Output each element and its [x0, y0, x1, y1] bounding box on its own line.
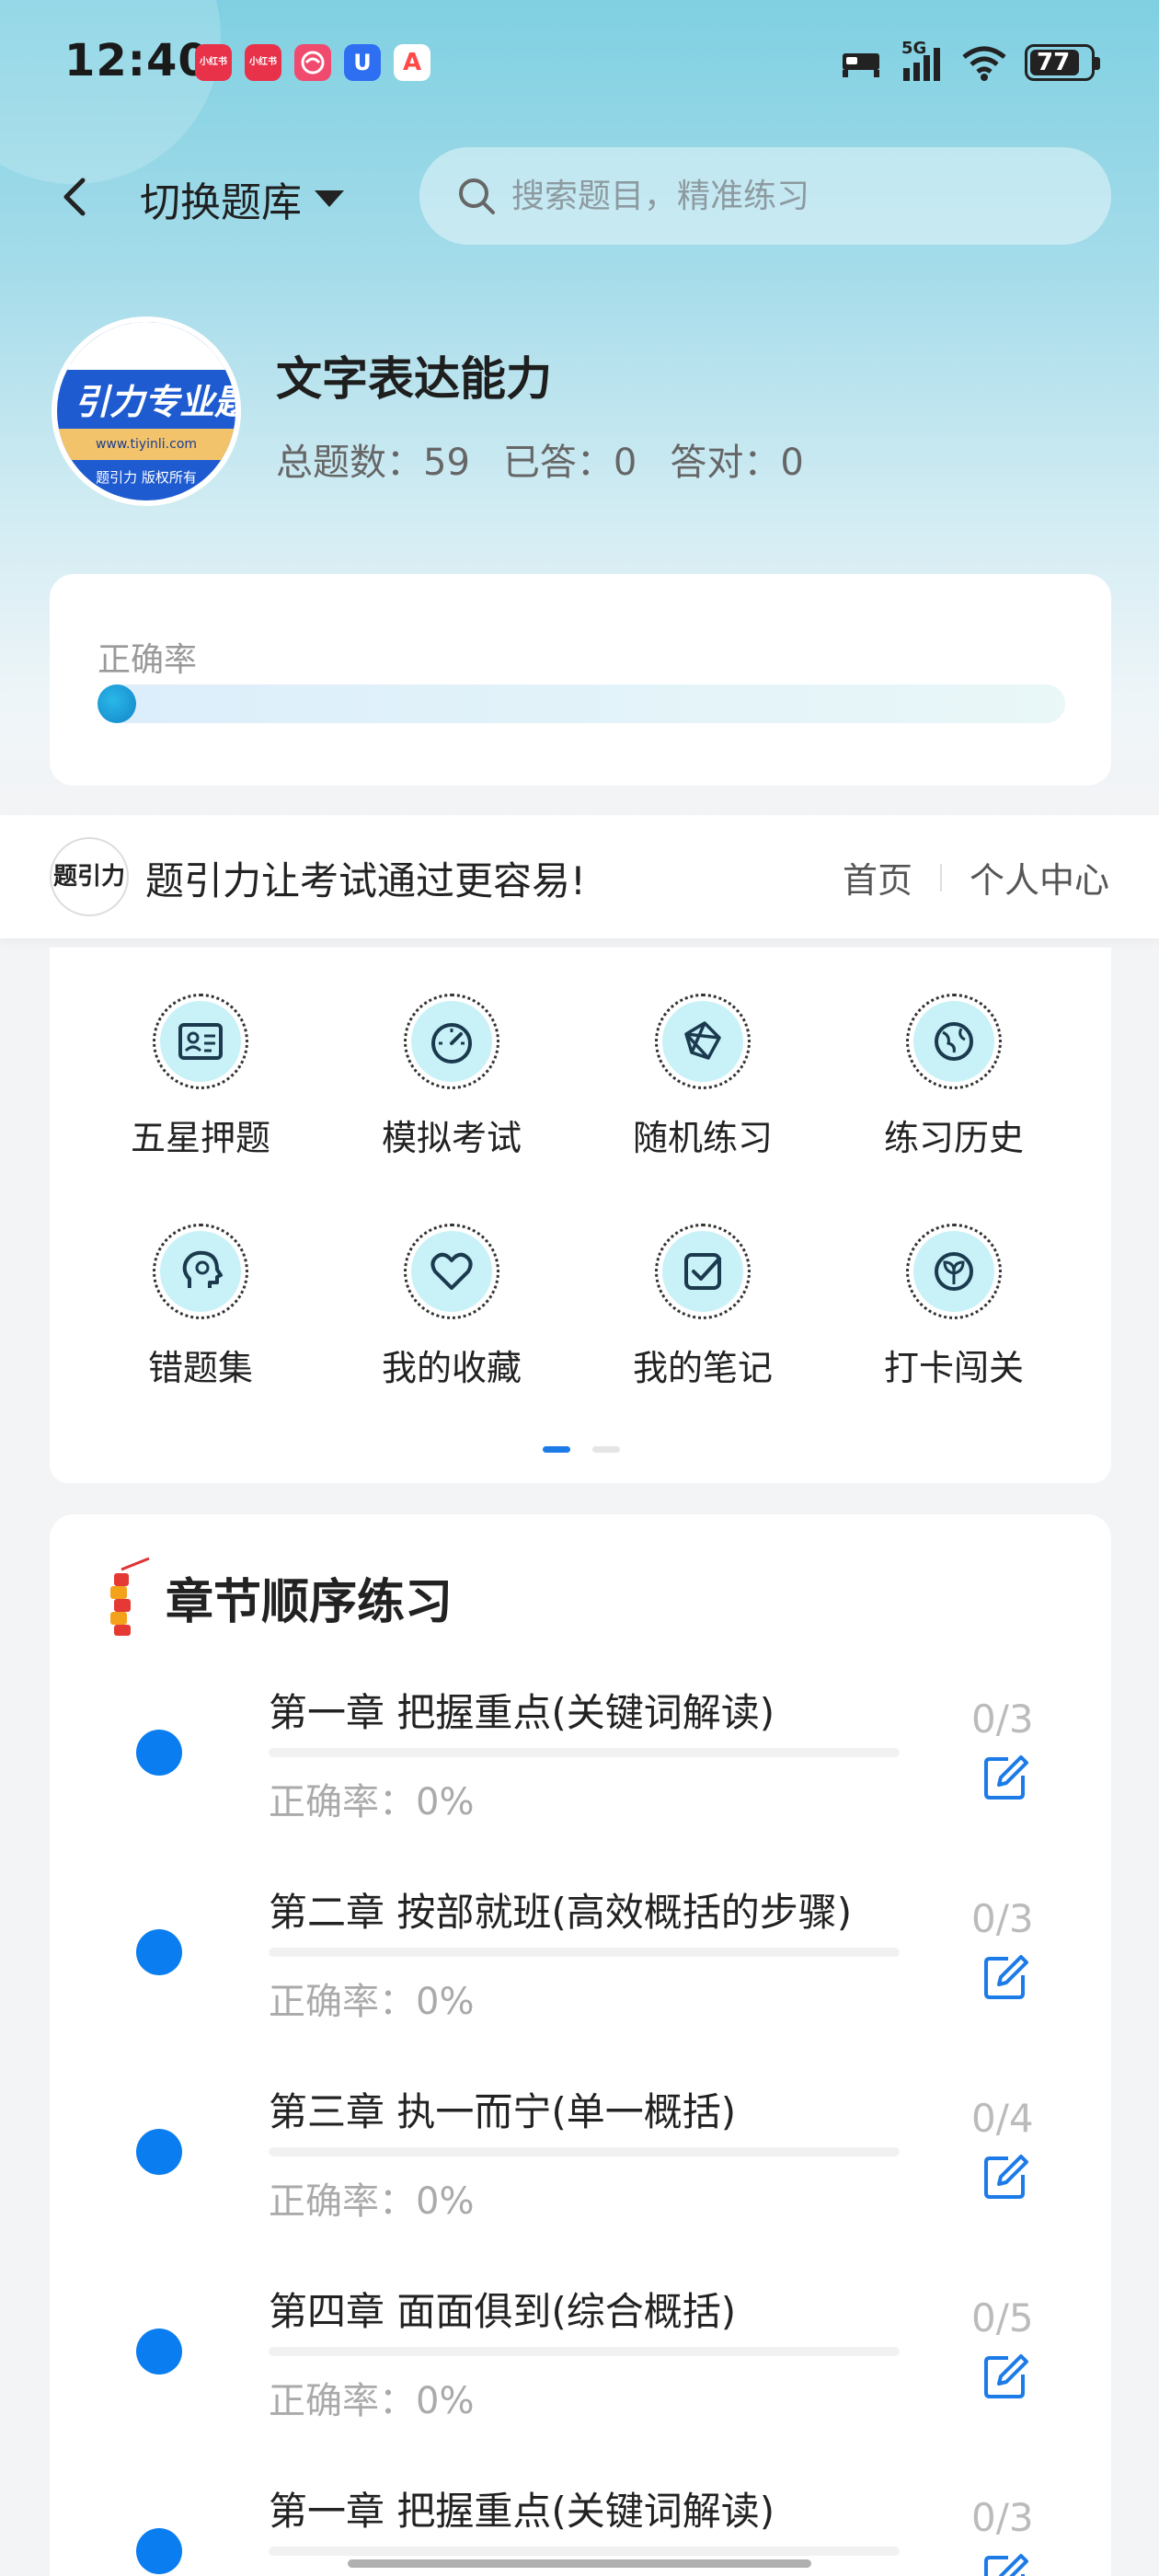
- chapter-row[interactable]: 第二章 按部就班(高效概括的步骤) 正确率：0% 0/3: [50, 1876, 1111, 2069]
- battery-indicator: 77: [1025, 44, 1100, 81]
- course-stats: 总题数：59 已答：0 答对：0: [276, 432, 804, 486]
- chapter-status-dot: [136, 1730, 182, 1776]
- chapter-status-dot: [136, 2528, 182, 2574]
- chapter-status-dot: [136, 2129, 182, 2175]
- chapter-progress-bar: [269, 1948, 900, 1957]
- home-indicator[interactable]: [348, 2559, 811, 2568]
- chapter-practice-card: 章节顺序练习 第一章 把握重点(关键词解读) 正确率：0% 0/3 第二章 按部…: [50, 1514, 1111, 2576]
- xiaohongshu-icon: 小红书: [195, 44, 232, 81]
- gauge-icon: [431, 1023, 472, 1064]
- chapter-count: 0/5: [971, 2295, 1034, 2340]
- chapter-title: 第三章 执一而宁(单一概括): [269, 2089, 737, 2134]
- feature-checkin[interactable]: 打卡闯关: [843, 1224, 1064, 1390]
- chevron-left-icon: [63, 178, 86, 216]
- accuracy-progress-bar: [98, 684, 1065, 723]
- feature-notes[interactable]: 我的笔记: [592, 1224, 813, 1390]
- feature-grid: 五星押题 模拟考试 随机练习 练习历史 错题集 我的收藏 我的笔记 打卡闯关: [50, 948, 1111, 1483]
- home-link[interactable]: 首页: [843, 852, 912, 903]
- xiaohongshu-icon: 小红书: [245, 44, 281, 81]
- chapter-progress-bar: [269, 2547, 900, 2556]
- blue-u-icon: U: [344, 44, 381, 81]
- chapter-title: 第二章 按部就班(高效概括的步骤): [269, 1890, 853, 1935]
- switch-bank-label: 切换题库: [140, 179, 302, 226]
- feature-five-star[interactable]: 五星押题: [90, 994, 311, 1160]
- chapter-heading: 章节顺序练习: [101, 1551, 453, 1643]
- answered-count: 已答：0: [502, 442, 637, 484]
- top-nav: 切换题库: [0, 147, 1159, 248]
- chapter-accuracy: 正确率：0%: [269, 2380, 475, 2422]
- leaf-icon: [935, 1252, 973, 1291]
- chapter-progress-bar: [269, 2347, 900, 2356]
- feature-wrong-questions[interactable]: 错题集: [90, 1224, 311, 1390]
- search-icon: [459, 178, 495, 214]
- bed-icon: [843, 53, 879, 77]
- accuracy-card: 正确率: [50, 574, 1111, 786]
- edit-icon[interactable]: [979, 2349, 1034, 2404]
- chapter-status-dot: [136, 2329, 182, 2375]
- chapter-title: 第一章 把握重点(关键词解读): [269, 2489, 775, 2534]
- heart-icon: [430, 1252, 473, 1290]
- chapter-accuracy: 正确率：0%: [269, 1981, 475, 2023]
- edit-icon[interactable]: [979, 2548, 1034, 2576]
- status-time: 12:40: [64, 35, 210, 86]
- chapter-count: 0/3: [971, 1696, 1034, 1742]
- accuracy-progress-knob: [98, 684, 136, 723]
- status-indicators: 5G 77: [841, 39, 1100, 85]
- page-dot-active[interactable]: [543, 1446, 570, 1453]
- chapter-heading-title: 章节顺序练习: [166, 1574, 453, 1630]
- chapter-title: 第一章 把握重点(关键词解读): [269, 1690, 775, 1735]
- chapter-progress-bar: [269, 2147, 900, 2156]
- red-a-icon: A: [394, 44, 430, 81]
- check-note-icon: [684, 1253, 721, 1290]
- chapter-accuracy: 正确率：0%: [269, 2180, 475, 2223]
- course-logo: 引力专业题 www.tiyinli.com 题引力 版权所有: [52, 316, 241, 506]
- feature-mock-exam[interactable]: 模拟考试: [341, 994, 562, 1160]
- brand-slogan: 题引力让考试通过更容易!: [145, 858, 586, 903]
- accuracy-label: 正确率: [98, 641, 198, 679]
- feature-favorites[interactable]: 我的收藏: [341, 1224, 562, 1390]
- chapter-accuracy: 正确率：0%: [269, 1781, 475, 1823]
- chapter-row[interactable]: 第一章 把握重点(关键词解读) 正确率：0% 0/3: [50, 1676, 1111, 1869]
- edit-icon[interactable]: [979, 1949, 1034, 2005]
- edit-icon[interactable]: [979, 1750, 1034, 1805]
- signal-icon: 5G: [898, 39, 944, 85]
- page-indicator: [543, 1446, 620, 1453]
- search-bar[interactable]: [419, 147, 1111, 245]
- firecracker-icon: [110, 1557, 150, 1636]
- head-icon: [182, 1250, 223, 1288]
- caret-down-icon: [315, 190, 344, 207]
- chapter-status-dot: [136, 1929, 182, 1975]
- divider: [939, 863, 942, 891]
- wifi-icon: [962, 46, 1006, 81]
- status-bar: 12:40 小红书 小红书 U A 5G 77: [0, 0, 1159, 120]
- back-button[interactable]: [52, 171, 103, 223]
- edit-icon[interactable]: [979, 2149, 1034, 2204]
- page-dot[interactable]: [592, 1446, 620, 1453]
- globe-icon: [935, 1022, 973, 1061]
- search-input[interactable]: [511, 177, 1063, 215]
- correct-count: 答对：0: [670, 442, 804, 484]
- pink-app-icon: [294, 44, 331, 81]
- course-title: 文字表达能力: [276, 352, 552, 406]
- chapter-count: 0/3: [971, 2495, 1034, 2540]
- site-banner: 题引力 题引力让考试通过更容易! 首页 个人中心: [0, 815, 1159, 938]
- brand-logo: 题引力: [50, 837, 129, 916]
- chapter-count: 0/3: [971, 1896, 1034, 1941]
- network-icon: [684, 1021, 721, 1060]
- total-count: 总题数：59: [276, 442, 470, 484]
- switch-bank-dropdown[interactable]: 切换题库: [140, 171, 344, 226]
- chapter-row[interactable]: 第四章 面面俱到(综合概括) 正确率：0% 0/5: [50, 2275, 1111, 2468]
- feature-history[interactable]: 练习历史: [843, 994, 1064, 1160]
- feature-random-practice[interactable]: 随机练习: [592, 994, 813, 1160]
- id-card-icon: [178, 1023, 223, 1060]
- chapter-count: 0/4: [971, 2096, 1034, 2141]
- profile-link[interactable]: 个人中心: [970, 852, 1109, 903]
- chapter-progress-bar: [269, 1748, 900, 1757]
- chapter-title: 第四章 面面俱到(综合概括): [269, 2289, 737, 2334]
- chapter-row[interactable]: 第三章 执一而宁(单一概括) 正确率：0% 0/4: [50, 2076, 1111, 2269]
- banner-links: 首页 个人中心: [843, 852, 1109, 903]
